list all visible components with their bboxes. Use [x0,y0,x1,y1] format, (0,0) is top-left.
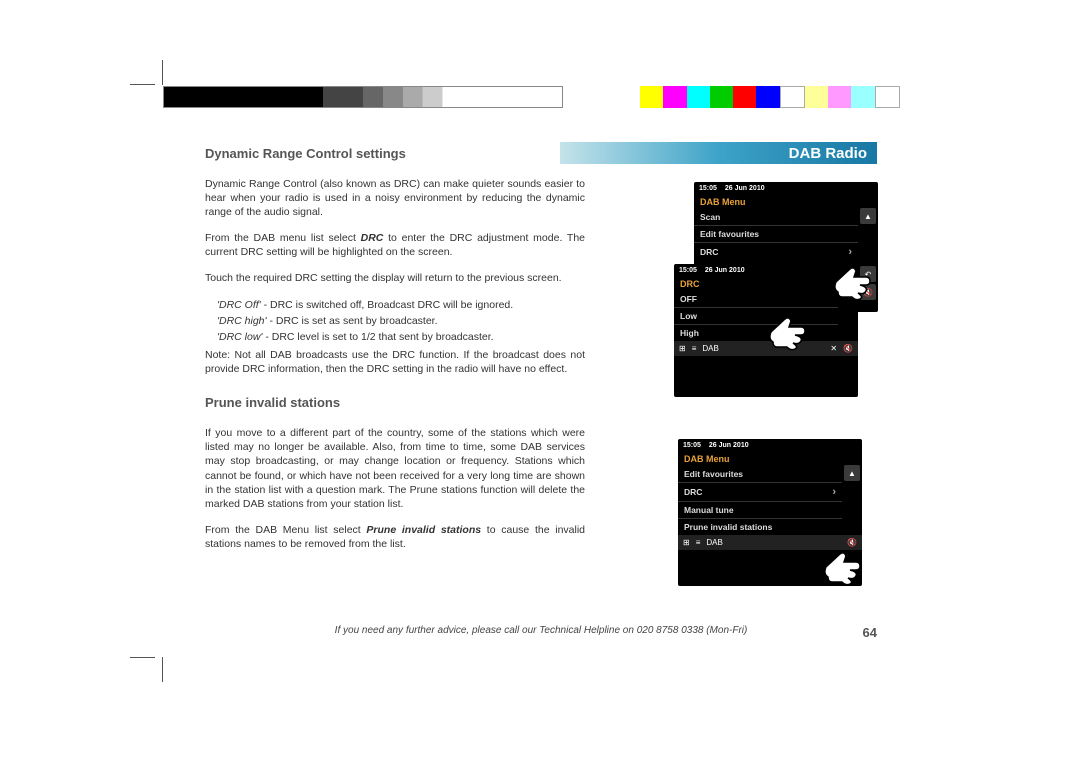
scroll-up-button[interactable]: ▲ [844,465,860,481]
page-number: 64 [863,625,877,640]
home-icon[interactable]: ⊞ [683,538,690,547]
screen-menu-title: DAB Menu [678,452,862,466]
screen-time: 15:05 [683,442,701,449]
drc-option-high[interactable]: High [674,325,838,341]
crop-mark [162,60,163,85]
footer-mode-label: DAB [706,538,722,547]
pointing-hand-icon [818,542,868,592]
paragraph: If you move to a different part of the c… [205,426,585,511]
body-text-column: Dynamic Range Control settings Dynamic R… [205,145,585,563]
pointing-hand-icon [828,257,878,307]
menu-row-edit-favourites[interactable]: Edit favourites [678,466,842,483]
close-icon[interactable]: ✕ [830,344,837,353]
menu-row-prune-invalid[interactable]: Prune invalid stations [678,519,842,535]
color-calibration-bar [640,86,900,108]
page-header-bar: DAB Radio [560,142,877,164]
screen-statusbar: 15:05 26 Jun 2010 [678,439,862,452]
chevron-right-icon [832,486,836,498]
screen-time: 15:05 [699,185,717,192]
section-heading-prune: Prune invalid stations [205,394,585,412]
drc-option-low[interactable]: Low [674,308,838,325]
menu-row-scan[interactable]: Scan [694,209,858,226]
screen-date: 26 Jun 2010 [709,442,749,449]
screen-date: 26 Jun 2010 [725,185,765,192]
screen-date: 26 Jun 2010 [705,267,745,274]
paragraph: Touch the required DRC setting the displ… [205,271,585,285]
grayscale-calibration-bar [163,86,563,108]
footer-mode-label: DAB [702,344,718,353]
crop-mark [130,657,155,658]
crop-mark [130,84,155,85]
paragraph: From the DAB Menu list select Prune inva… [205,523,585,551]
menu-icon[interactable]: ≡ [692,344,697,353]
paragraph: From the DAB menu list select DRC to ent… [205,231,585,259]
paragraph: Dynamic Range Control (also known as DRC… [205,177,585,220]
list-item: 'DRC low' - DRC level is set to 1/2 that… [217,330,585,344]
mute-icon[interactable]: 🔇 [843,344,853,353]
menu-row-edit-favourites[interactable]: Edit favourites [694,226,858,243]
menu-row-drc[interactable]: DRC [678,483,842,502]
menu-icon[interactable]: ≡ [696,538,701,547]
screenshots-group: 15:05 26 Jun 2010 DAB Menu Scan Edit fav… [678,182,888,592]
list-item: 'DRC high' - DRC is set as sent by broad… [217,314,585,328]
menu-row-manual-tune[interactable]: Manual tune [678,502,842,519]
screen-time: 15:05 [679,267,697,274]
manual-page: DAB Radio Dynamic Range Control settings… [0,0,1080,763]
scroll-up-button[interactable]: ▲ [860,208,876,224]
helpline-footer: If you need any further advice, please c… [205,625,877,636]
pointing-hand-icon [763,307,813,357]
crop-mark [162,657,163,682]
drc-option-off[interactable]: OFF [674,291,838,308]
section-heading-drc: Dynamic Range Control settings [205,145,585,163]
home-icon[interactable]: ⊞ [679,344,686,353]
paragraph: Note: Not all DAB broadcasts use the DRC… [205,348,585,376]
page-header-title: DAB Radio [789,145,867,162]
list-item: 'DRC Off' - DRC is switched off, Broadca… [217,298,585,312]
screen-menu-title: DAB Menu [694,195,878,209]
screen-statusbar: 15:05 26 Jun 2010 [694,182,878,195]
